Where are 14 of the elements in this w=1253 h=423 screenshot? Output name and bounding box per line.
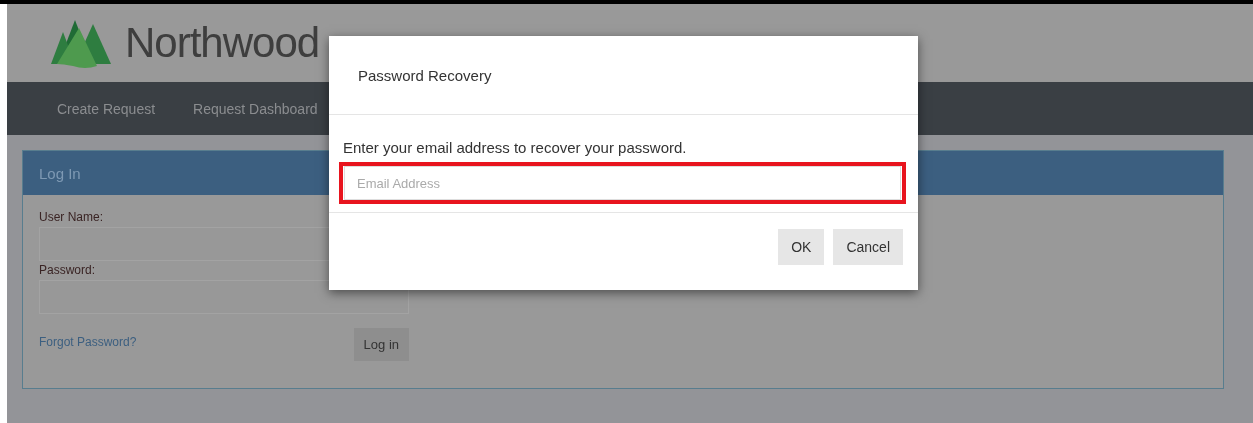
- login-button[interactable]: Log in: [353, 328, 409, 361]
- dialog-button[interactable]: Cancel: [833, 229, 903, 265]
- dialog-button[interactable]: OK: [778, 229, 825, 265]
- email-field[interactable]: Email Address: [344, 166, 901, 200]
- brand-name: Northwood: [125, 19, 320, 67]
- field-label: Password:: [39, 263, 97, 277]
- panel-title: Log In: [39, 164, 81, 182]
- dialog-title: Password Recovery: [358, 66, 492, 84]
- forgot-password-link[interactable]: Forgot Password?: [39, 335, 137, 349]
- dialog-message: Enter your email address to recover your password.: [343, 139, 688, 156]
- field-label: User Name:: [39, 210, 104, 224]
- nav-link[interactable]: Request Dashboard: [193, 100, 318, 117]
- nav-link[interactable]: Create Request: [57, 100, 156, 117]
- input-field[interactable]: [39, 280, 409, 314]
